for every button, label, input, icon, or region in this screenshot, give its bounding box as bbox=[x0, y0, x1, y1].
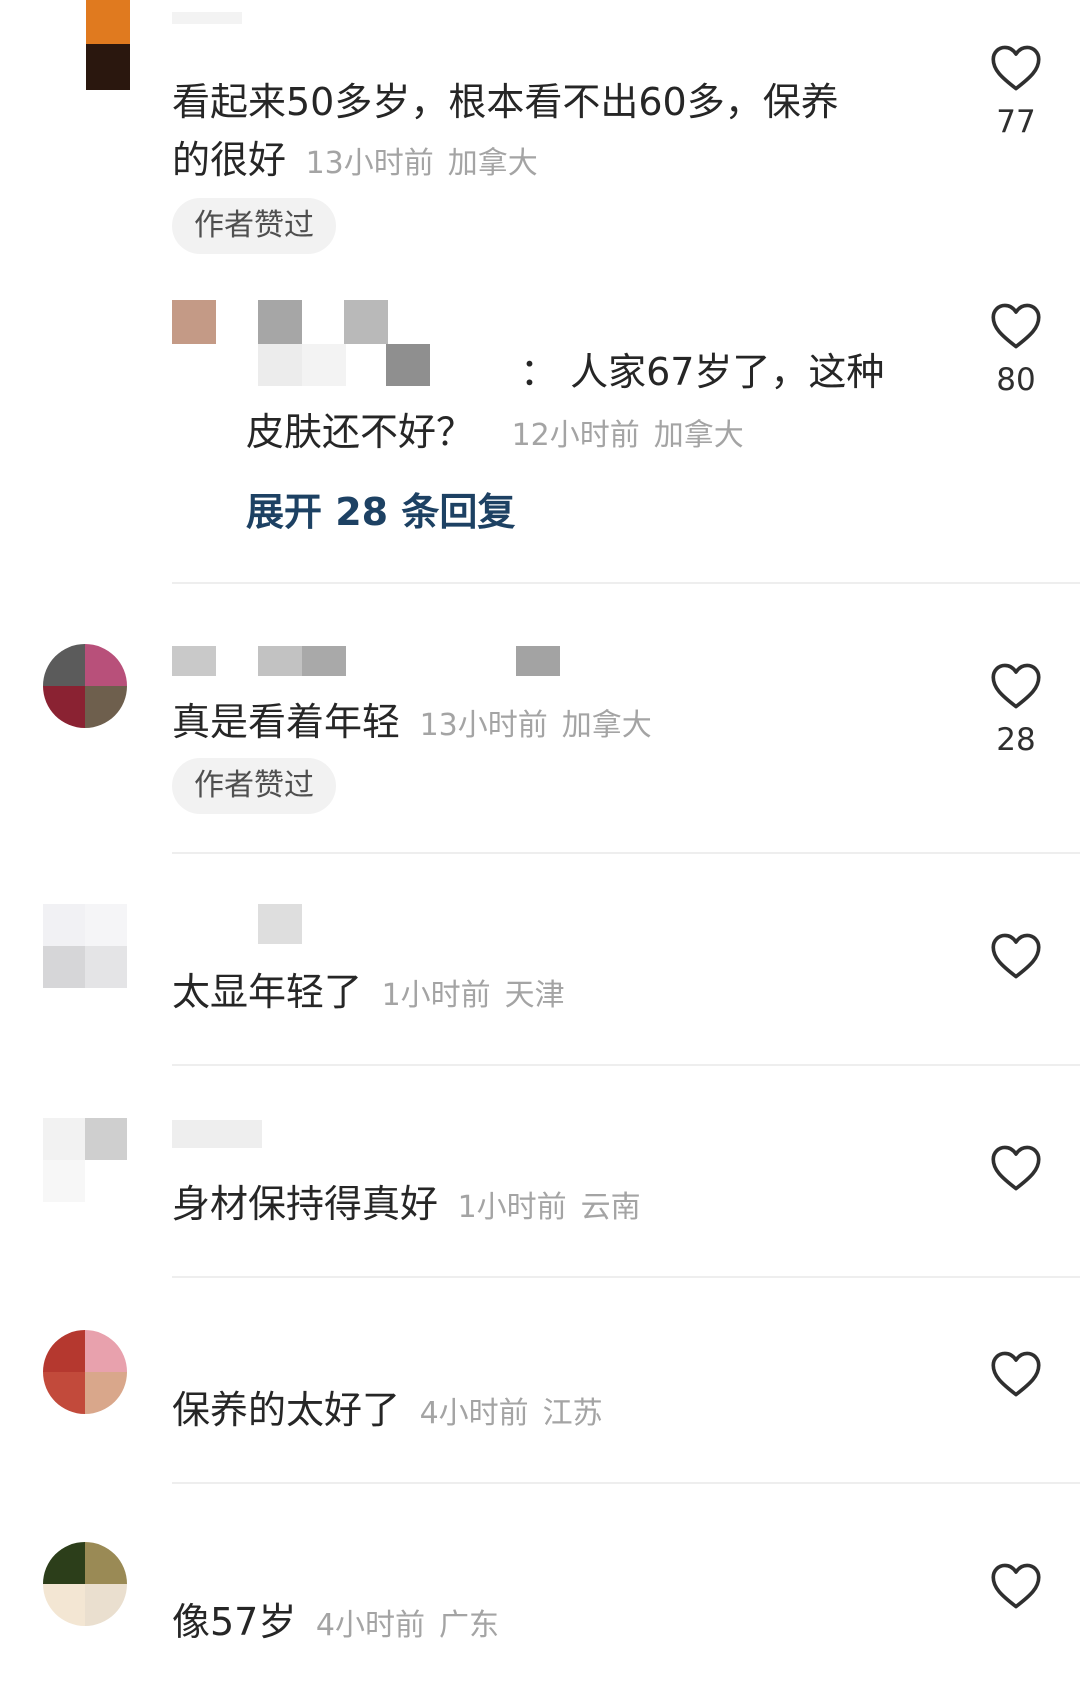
comment-divider bbox=[172, 1482, 1080, 1484]
comment-text: 像57岁 4小时前 广东 bbox=[172, 1594, 499, 1654]
comment-text: 身材保持得真好 1小时前 云南 bbox=[172, 1176, 641, 1236]
comment-time: 4小时前 bbox=[419, 1396, 529, 1431]
comment-time: 4小时前 bbox=[315, 1608, 425, 1643]
heart-outline-icon bbox=[991, 663, 1041, 709]
comment-time: 13小时前 bbox=[305, 146, 434, 181]
comment-time: 1小时前 bbox=[381, 978, 491, 1013]
username-redacted bbox=[172, 646, 562, 676]
comment-body: 保养的太好了 bbox=[172, 1388, 401, 1432]
comment-divider bbox=[172, 852, 1080, 854]
like-count: 77 bbox=[996, 104, 1036, 140]
reply-username-redacted bbox=[258, 300, 430, 386]
comment-location: 云南 bbox=[580, 1190, 641, 1225]
comment-location: 加拿大 bbox=[447, 146, 538, 181]
expand-replies-link[interactable]: 展开 28 条回复 bbox=[246, 484, 515, 540]
comment-text: 看起来50多岁，根本看不出60多，保养 bbox=[172, 74, 839, 130]
username-redacted bbox=[258, 904, 302, 944]
author-liked-badge: 作者赞过 bbox=[172, 758, 336, 814]
avatar[interactable] bbox=[86, 0, 130, 90]
like-button[interactable] bbox=[978, 930, 1054, 980]
comment-divider bbox=[172, 1064, 1080, 1066]
comment-text-line1: 看起来50多岁，根本看不出60多，保养 bbox=[172, 80, 839, 124]
comment-location: 江苏 bbox=[542, 1396, 603, 1431]
comment-divider bbox=[172, 582, 1080, 584]
comment-text: 真是看着年轻 13小时前 加拿大 bbox=[172, 694, 652, 754]
comment-body: 太显年轻了 bbox=[172, 970, 363, 1014]
comment-body: 像57岁 bbox=[172, 1600, 297, 1644]
reply-text: ： 人家67岁了，这种 bbox=[520, 344, 884, 400]
heart-outline-icon bbox=[991, 303, 1041, 349]
heart-outline-icon bbox=[991, 45, 1041, 91]
avatar[interactable] bbox=[43, 644, 127, 728]
comment-time: 13小时前 bbox=[419, 708, 548, 743]
reply-text-line1: ： 人家67岁了，这种 bbox=[520, 350, 885, 394]
like-button[interactable] bbox=[978, 1348, 1054, 1398]
comment-text-continued: 的很好 13小时前 加拿大 bbox=[172, 132, 538, 192]
like-button[interactable]: 77 bbox=[978, 42, 1054, 138]
avatar[interactable] bbox=[43, 1118, 127, 1202]
heart-outline-icon bbox=[991, 1563, 1041, 1609]
heart-outline-icon bbox=[991, 1351, 1041, 1397]
reply-text-line2: 皮肤还不好？ bbox=[246, 410, 475, 454]
comment-location: 广东 bbox=[439, 1608, 499, 1643]
reply-text-continued: 皮肤还不好？ 12小时前 加拿大 bbox=[246, 404, 744, 464]
comment-time: 1小时前 bbox=[457, 1190, 567, 1225]
comment-text: 太显年轻了 1小时前 天津 bbox=[172, 964, 565, 1024]
comment-location: 天津 bbox=[504, 978, 565, 1013]
comment-body: 身材保持得真好 bbox=[172, 1182, 439, 1226]
avatar[interactable] bbox=[43, 1330, 127, 1414]
like-button[interactable]: 28 bbox=[978, 660, 1054, 756]
username-redacted bbox=[172, 1120, 262, 1148]
author-liked-badge: 作者赞过 bbox=[172, 198, 336, 254]
like-count: 28 bbox=[996, 722, 1036, 758]
like-button[interactable] bbox=[978, 1560, 1054, 1610]
heart-outline-icon bbox=[991, 933, 1041, 979]
comment-divider bbox=[172, 1276, 1080, 1278]
like-button[interactable] bbox=[978, 1142, 1054, 1192]
comment-text: 保养的太好了 4小时前 江苏 bbox=[172, 1382, 603, 1442]
comment-body: 真是看着年轻 bbox=[172, 700, 401, 744]
avatar[interactable] bbox=[43, 1542, 127, 1626]
heart-outline-icon bbox=[991, 1145, 1041, 1191]
comment-location: 加拿大 bbox=[561, 708, 652, 743]
reply-like-button[interactable]: 80 bbox=[978, 300, 1054, 396]
username-redacted bbox=[172, 12, 242, 24]
reply-avatar[interactable] bbox=[172, 300, 216, 344]
reply-time: 12小时前 bbox=[511, 418, 640, 453]
comment-text-line2: 的很好 bbox=[172, 138, 287, 182]
avatar[interactable] bbox=[43, 904, 127, 988]
reply-like-count: 80 bbox=[996, 362, 1036, 398]
reply-location: 加拿大 bbox=[653, 418, 744, 453]
